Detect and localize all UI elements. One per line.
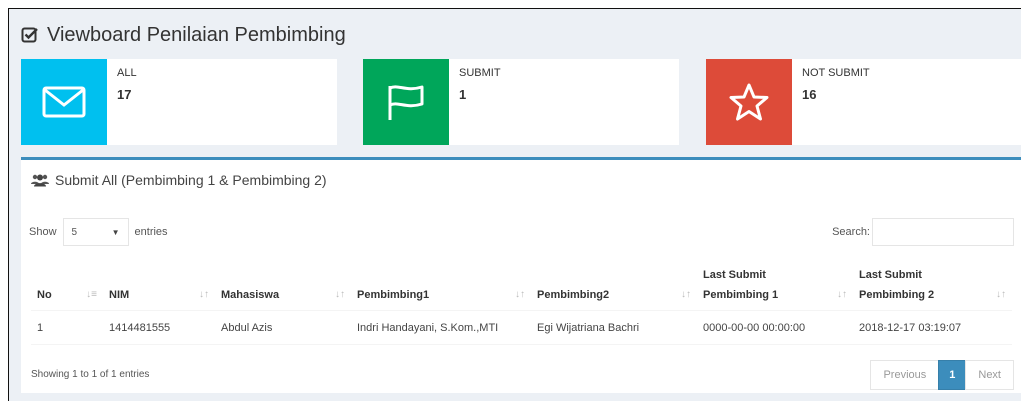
column-header-no[interactable]: No ↓≡ [31,262,103,311]
pagination: Previous 1 Next [870,360,1014,390]
previous-button[interactable]: Previous [870,360,940,390]
sort-icon: ↓↑ [515,289,525,300]
sort-icon: ↓↑ [996,289,1006,300]
flag-icon [388,85,424,120]
entries-select[interactable]: 5 ▼ [62,218,129,246]
search-label: Search: [832,226,870,238]
info-box-label: ALL [117,67,137,79]
info-box-submit: SUBMIT 1 [363,59,679,145]
info-box-label: NOT SUBMIT [802,67,870,79]
page-button-current[interactable]: 1 [938,360,967,390]
cell-pembimbing1: Indri Handayani, S.Kom.,MTI [351,310,531,345]
cell-nim: 1414481555 [103,310,215,345]
info-box-number: 16 [802,87,817,102]
box-title: Submit All (Pembimbing 1 & Pembimbing 2) [55,172,327,188]
cell-last-submit-1: 0000-00-00 00:00:00 [697,310,853,345]
search-input[interactable] [872,218,1014,246]
info-box-icon-bg [363,59,449,145]
search-filter: Search: [832,218,1014,246]
cell-mahasiswa: Abdul Azis [215,310,351,345]
info-box-all: ALL 17 [21,59,337,145]
column-header-pembimbing1[interactable]: Pembimbing1 ↓↑ [351,262,531,311]
sort-icon: ↓↑ [199,289,209,300]
sort-icon: ↓↑ [837,289,847,300]
info-box-not-submit: NOT SUBMIT 16 [706,59,1021,145]
cell-no: 1 [31,310,103,345]
entries-select-value: 5 [71,226,78,238]
sort-icon: ↓↑ [681,289,691,300]
info-box-number: 17 [117,87,132,102]
caret-down-icon: ▼ [111,227,120,237]
info-box-icon-bg [21,59,107,145]
box-header: Submit All (Pembimbing 1 & Pembimbing 2) [31,172,327,188]
page-title: Viewboard Penilaian Pembimbing [47,23,346,46]
table-row: 1 1414481555 Abdul Azis Indri Handayani,… [31,310,1012,345]
length-menu: Show 5 ▼ entries [29,218,168,246]
column-header-last-submit-1[interactable]: Last Submit Pembimbing 1 ↓↑ [697,262,853,311]
column-header-pembimbing2[interactable]: Pembimbing2 ↓↑ [531,262,697,311]
info-box-label: SUBMIT [459,67,501,79]
submit-all-box: Submit All (Pembimbing 1 & Pembimbing 2)… [21,157,1021,393]
info-box-icon-bg [706,59,792,145]
length-menu-prefix: Show [29,226,57,238]
column-header-last-submit-2[interactable]: Last Submit Pembimbing 2 ↓↑ [853,262,1012,311]
table-info: Showing 1 to 1 of 1 entries [31,369,150,380]
check-square-icon [21,27,38,43]
next-button[interactable]: Next [965,360,1014,390]
page-header: Viewboard Penilaian Pembimbing [21,20,346,50]
info-box-number: 1 [459,87,467,102]
star-icon [729,83,769,121]
sort-amount-asc-icon: ↓≡ [86,289,97,300]
data-table: No ↓≡ NIM ↓↑ Mahasiswa ↓↑ Pembimbing1 ↓↑ [31,262,1012,345]
table-header-row: No ↓≡ NIM ↓↑ Mahasiswa ↓↑ Pembimbing1 ↓↑ [31,262,1012,311]
column-header-nim[interactable]: NIM ↓↑ [103,262,215,311]
users-icon [31,174,49,187]
sort-icon: ↓↑ [335,289,345,300]
column-header-mahasiswa[interactable]: Mahasiswa ↓↑ [215,262,351,311]
cell-last-submit-2: 2018-12-17 03:19:07 [853,310,1012,345]
envelope-icon [42,86,86,118]
cell-pembimbing2: Egi Wijatriana Bachri [531,310,697,345]
app-frame: Viewboard Penilaian Pembimbing ALL 17 SU… [8,8,1021,401]
length-menu-suffix: entries [134,226,168,238]
